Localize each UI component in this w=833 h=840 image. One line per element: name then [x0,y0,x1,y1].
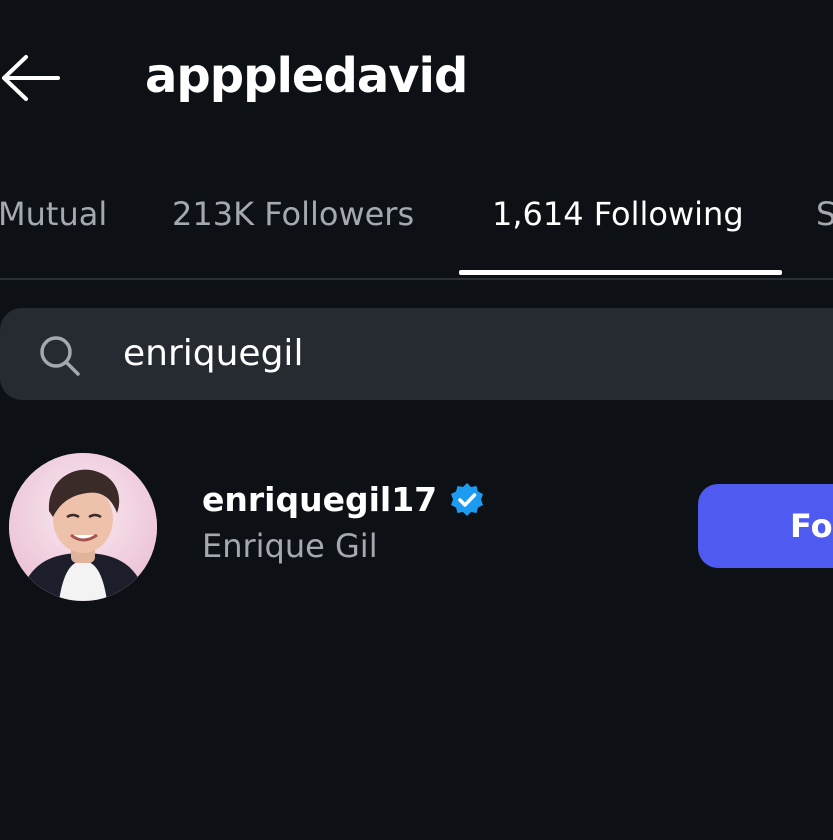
tab-bar: Mutual 213K Followers 1,614 Following S [0,180,833,280]
result-display-name: Enrique Gil [202,527,378,565]
avatar-image [9,453,157,601]
tab-mutual[interactable]: Mutual [0,192,107,236]
active-tab-indicator [459,270,782,275]
search-input[interactable] [123,328,823,380]
search-bar[interactable] [0,308,833,400]
tab-suggested[interactable]: S [816,192,833,236]
tab-followers[interactable]: 213K Followers [172,192,414,236]
search-icon [40,336,80,376]
back-button[interactable] [0,48,64,108]
following-screen: apppledavid Mutual 213K Followers 1,614 … [0,0,833,840]
arrow-left-icon [2,55,60,101]
result-username-text: enriquegil17 [202,480,438,519]
page-title: apppledavid [145,48,468,104]
result-username[interactable]: enriquegil17 [202,478,485,522]
follow-button[interactable]: Fo [698,484,833,568]
follow-button-label: Fo [790,507,833,545]
list-item[interactable]: enriquegil17 Enrique Gil Fo [0,440,833,620]
avatar[interactable] [9,453,157,601]
tab-following[interactable]: 1,614 Following [492,192,744,236]
verified-badge-icon [451,483,484,516]
